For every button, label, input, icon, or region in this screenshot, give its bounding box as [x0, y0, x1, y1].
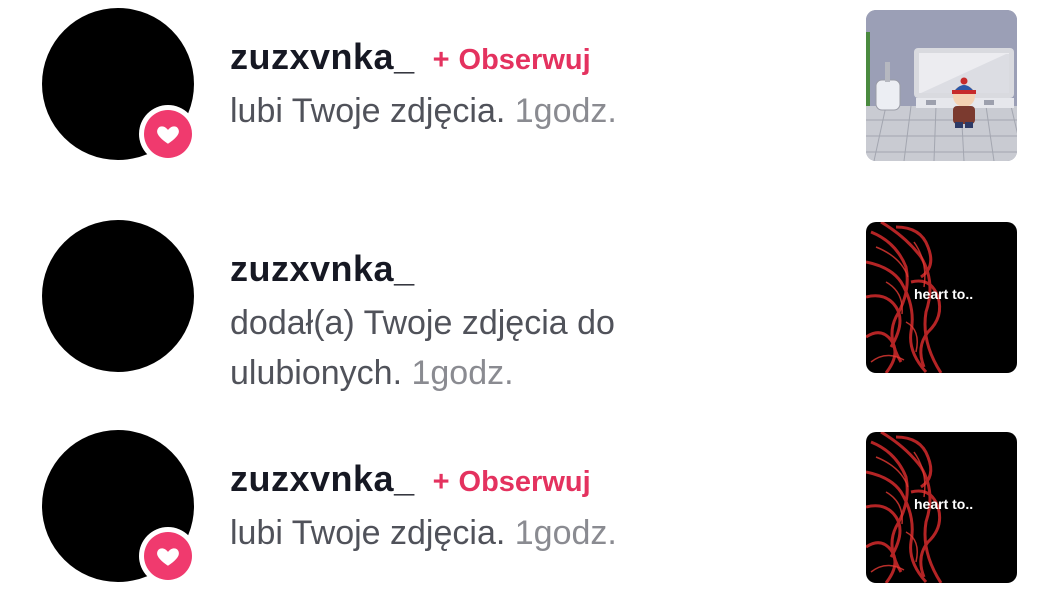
notification-text: lubi Twoje zdjęcia. 1godz. [230, 86, 830, 136]
follow-button[interactable]: + Obserwuj [433, 466, 591, 499]
timestamp: 1godz. [514, 514, 617, 552]
action-text-line1: dodał(a) Twoje zdjęcia do [230, 304, 615, 342]
thumbnail-caption: heart to.. [914, 286, 974, 302]
avatar-container[interactable] [42, 220, 194, 372]
username[interactable]: zuzxvnka_ [230, 458, 415, 500]
heart-icon [144, 532, 192, 580]
plus-icon: + [432, 466, 450, 498]
action-text-line2: ulubionych. [230, 354, 403, 392]
like-badge [139, 105, 197, 163]
follow-label: Obserwuj [458, 44, 591, 76]
post-thumbnail[interactable]: heart to.. [866, 222, 1017, 373]
notification-text: dodał(a) Twoje zdjęcia do ulubionych. 1g… [230, 298, 830, 398]
action-text: lubi Twoje zdjęcia. [230, 514, 506, 552]
follow-button[interactable]: + Obserwuj [433, 44, 591, 77]
timestamp: 1godz. [411, 354, 514, 392]
notification-row[interactable]: zuzxvnka_ dodał(a) Twoje zdjęcia do ulub… [0, 212, 1060, 402]
avatar-container[interactable] [42, 8, 197, 163]
avatar[interactable] [42, 220, 194, 372]
follow-label: Obserwuj [458, 466, 591, 498]
avatar-container[interactable] [42, 430, 197, 585]
post-thumbnail[interactable]: heart to.. [866, 432, 1017, 583]
like-badge [139, 527, 197, 585]
heart-icon [144, 110, 192, 158]
plus-icon: + [432, 44, 450, 76]
timestamp: 1godz. [514, 92, 617, 130]
post-thumbnail[interactable] [866, 10, 1017, 161]
notification-row[interactable]: zuzxvnka_ + Obserwuj lubi Twoje zdjęcia.… [0, 422, 1060, 612]
action-text: lubi Twoje zdjęcia. [230, 92, 506, 130]
notification-row[interactable]: zuzxvnka_ + Obserwuj lubi Twoje zdjęcia.… [0, 0, 1060, 190]
thumbnail-image-bathroom [866, 10, 1017, 161]
username[interactable]: zuzxvnka_ [230, 36, 415, 78]
notification-text: lubi Twoje zdjęcia. 1godz. [230, 508, 830, 558]
thumbnail-caption: heart to.. [914, 496, 974, 512]
username[interactable]: zuzxvnka_ [230, 248, 415, 290]
